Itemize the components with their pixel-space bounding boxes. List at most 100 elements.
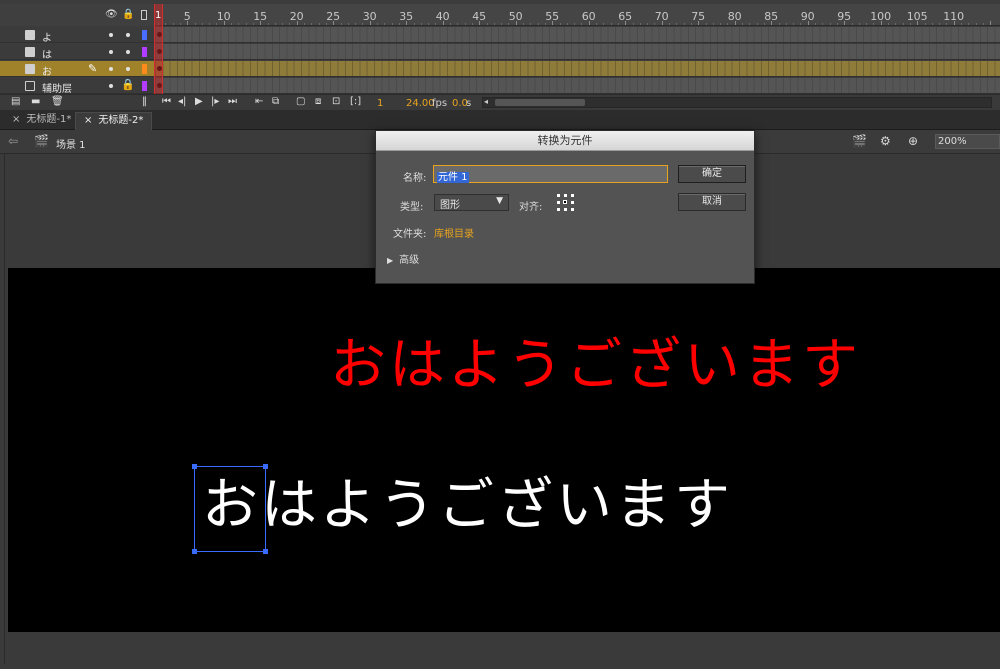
edit-symbol-icon[interactable]: ⚙ [880,135,891,147]
selection-handle[interactable] [263,549,268,554]
layer-name[interactable]: は [42,46,52,61]
reg-point[interactable] [571,194,574,197]
frame-row[interactable] [155,27,1000,43]
step-forward-icon[interactable]: |▸ [211,97,219,107]
ruler-tick [654,23,656,25]
layer-name[interactable]: お [42,63,52,78]
close-icon[interactable]: × [12,114,20,125]
layer-name[interactable]: 辅助层 [42,80,72,95]
reg-point[interactable] [564,194,567,197]
step-back-icon[interactable]: ◂| [178,97,186,107]
advanced-toggle[interactable]: ▶ 高级 [387,251,419,266]
layer-row[interactable]: は [0,44,155,61]
scrollbar-thumb[interactable] [495,99,585,106]
outline-icon[interactable] [141,10,147,20]
ok-button[interactable]: 确定 [678,165,746,183]
ruler-tick [471,23,473,25]
zoom-select[interactable]: 200% [935,134,1000,149]
play-icon[interactable]: ▶ [195,97,203,107]
layer-row[interactable]: よ [0,27,155,44]
expand-triangle-icon: ▶ [387,256,394,265]
playhead-frame-label: 1 [155,10,162,21]
ruler-tick [822,23,824,25]
symbol-name-input[interactable]: 元件 1 [433,165,668,183]
scroll-left-icon[interactable]: ◂ [484,97,488,106]
convert-to-symbol-dialog: 转换为元件 名称: 元件 1 类型: 图形 ▼ 对齐: 文件夹: 库根目录 ▶ 高… [375,130,755,284]
ruler-tick [902,23,904,25]
frame-row[interactable] [155,61,1000,77]
ruler-tick [676,23,678,25]
layer-color-swatch[interactable] [142,47,147,57]
type-select[interactable]: 图形 ▼ [434,194,509,211]
red-text-object[interactable]: おはようございます [330,338,861,394]
current-frame[interactable]: 1 [377,98,383,109]
loop-icon[interactable]: ⇤ [255,97,263,107]
lock-icon[interactable]: 🔒 [121,78,135,91]
reg-point[interactable] [557,208,560,211]
white-text-object[interactable]: おはようございます [202,478,733,534]
lock-icon[interactable]: 🔒 [122,10,134,20]
ruler-tick [924,23,926,25]
layer-row[interactable]: お ✎ [0,61,155,78]
reg-point[interactable] [564,208,567,211]
ruler-tick [245,23,247,25]
reg-point-selected[interactable] [563,200,567,204]
layer-color-swatch[interactable] [142,64,147,74]
onion-skin-icon[interactable]: ⧉ [272,97,279,107]
visibility-toggle[interactable] [109,67,113,71]
edit-scene-icon[interactable]: 🎬 [852,135,867,147]
reg-point[interactable] [571,208,574,211]
first-frame-icon[interactable]: ⏮ [162,97,171,107]
dialog-title[interactable]: 转换为元件 [376,131,754,151]
selection-handle[interactable] [192,549,197,554]
tab-untitled-2[interactable]: × 无标题-2* [75,112,153,130]
selection-box[interactable] [192,464,268,554]
ruler-tick [990,21,992,25]
onion-outline-icon[interactable]: ▢ [296,97,305,107]
frame-ruler[interactable]: 5 10 15 20 25 30 35 40 45 50 55 60 65 70 75 80 85 90 95 100… [155,4,1000,26]
tab-untitled-1[interactable]: × 无标题-1* [4,112,79,130]
visibility-toggle[interactable] [109,84,113,88]
ruler-tick [603,23,605,25]
new-layer-icon[interactable]: ▤ [11,97,20,107]
center-stage-icon[interactable]: ⊕ [908,135,918,147]
lock-toggle[interactable] [126,67,130,71]
layer-row[interactable]: 辅助层 🔒 [0,78,155,95]
last-frame-icon[interactable]: ⏭ [228,97,237,107]
visibility-toggle[interactable] [109,33,113,37]
folder-link[interactable]: 库根目录 [434,225,474,240]
timeline-footer: ▤ ▬ 🗑 ‖ ⏮ ◂| ▶ |▸ ⏭ ⇤ ⧉ ▢ ⧈ ⊡ [:] 1 24.0… [0,94,1000,110]
visibility-toggle[interactable] [109,50,113,54]
ruler-tick [961,23,962,25]
center-frame-icon[interactable]: ‖ [142,97,147,107]
selection-handle[interactable] [263,464,268,469]
selection-handle[interactable] [192,464,197,469]
cancel-button[interactable]: 取消 [678,193,746,211]
layer-color-swatch[interactable] [142,30,147,40]
frame-row[interactable] [155,78,1000,94]
timeline-scrollbar[interactable]: ◂ [482,97,992,108]
frame-row[interactable] [155,44,1000,60]
modify-markers-icon[interactable]: ⊡ [332,97,340,107]
layer-icon [25,64,35,74]
eye-icon[interactable]: 👁 [105,10,118,20]
ruler-tick [756,23,758,25]
markers-icon[interactable]: [:] [350,97,361,107]
new-folder-icon[interactable]: ▬ [31,97,40,107]
layer-name[interactable]: よ [42,29,52,44]
back-arrow-icon[interactable]: ⇦ [8,135,18,147]
registration-grid[interactable] [557,194,575,212]
lock-toggle[interactable] [126,50,130,54]
scene-label[interactable]: 场景 1 [56,136,86,151]
ruler-tick [501,23,503,25]
lock-toggle[interactable] [126,33,130,37]
close-icon[interactable]: × [84,115,92,126]
reg-point[interactable] [571,201,574,204]
frame-rate[interactable]: 24.00 [406,98,435,109]
reg-point[interactable] [557,201,560,204]
stage-canvas[interactable]: おはようございます おはようございます [8,268,1000,632]
layer-color-swatch[interactable] [142,81,147,91]
delete-icon[interactable]: 🗑 [51,97,64,107]
edit-multiple-icon[interactable]: ⧈ [315,97,321,107]
reg-point[interactable] [557,194,560,197]
